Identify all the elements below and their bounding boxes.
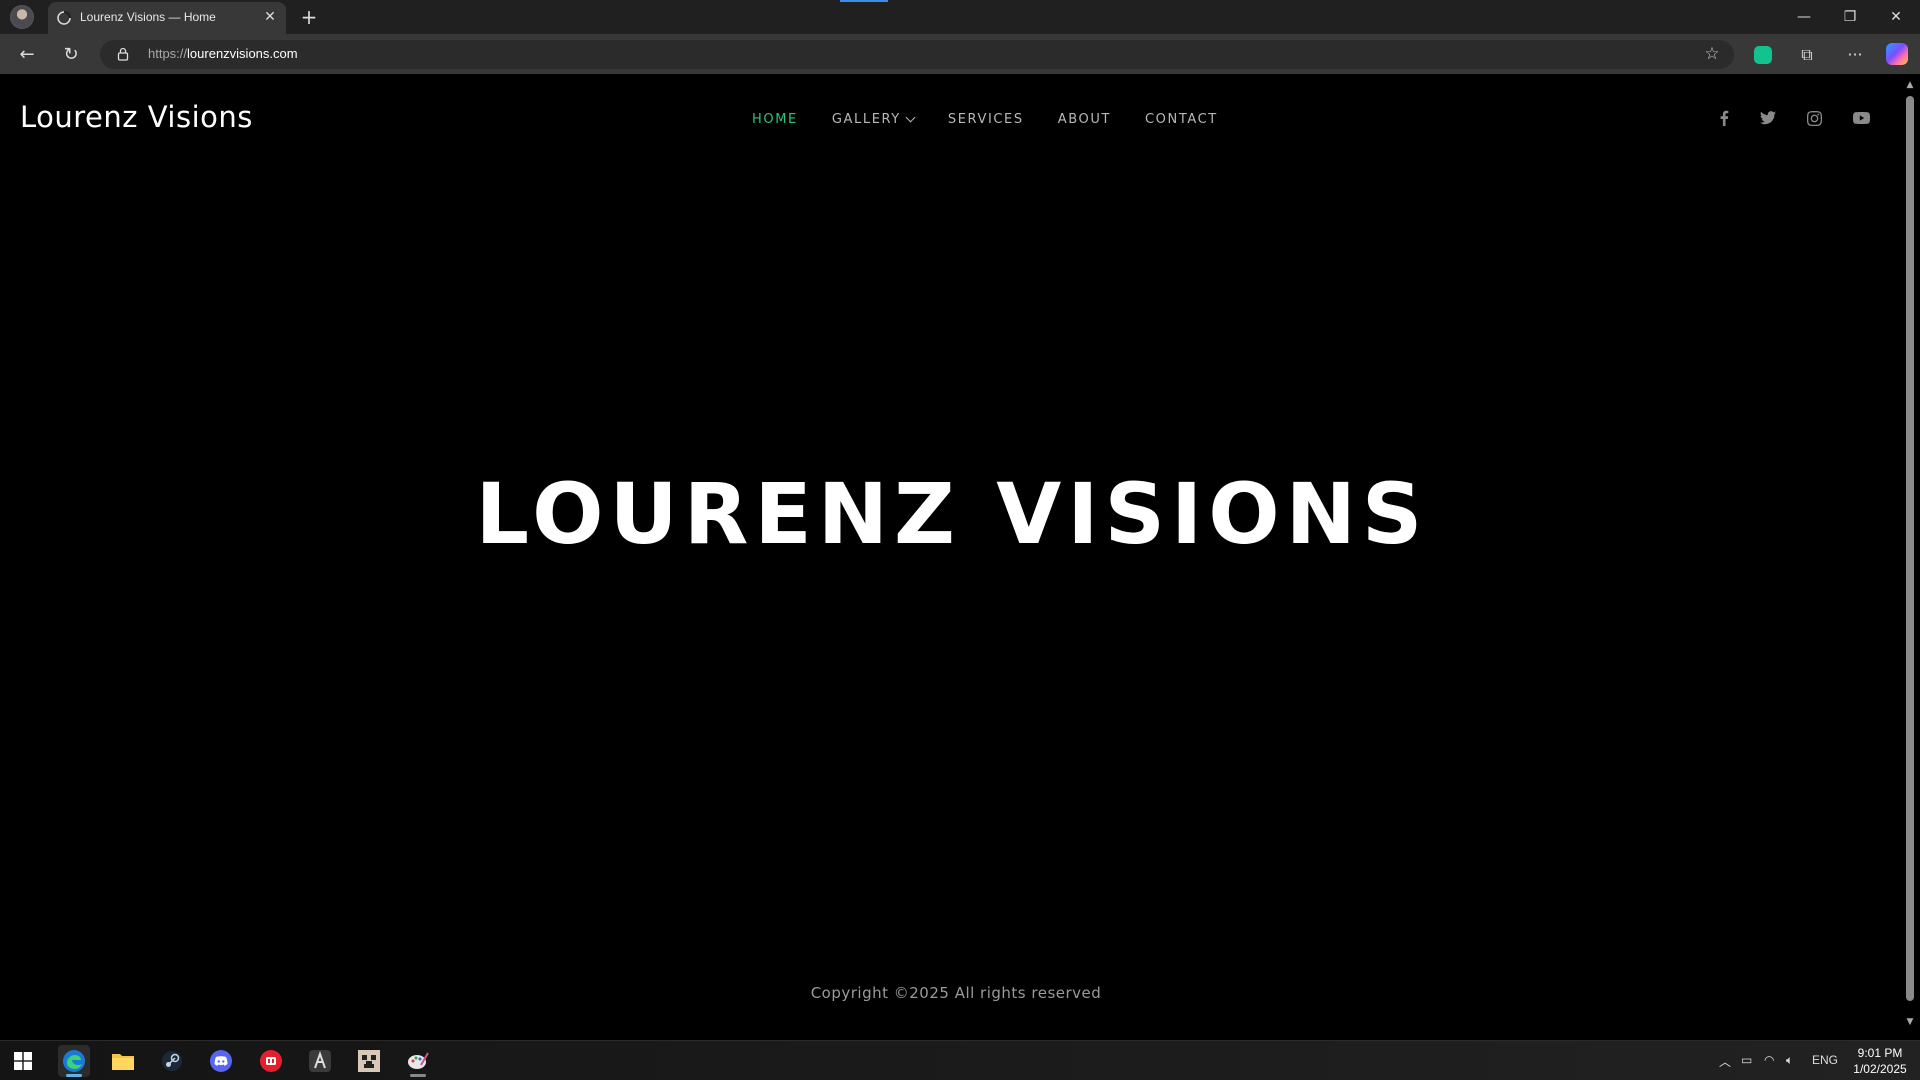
facebook-icon[interactable]	[1714, 108, 1734, 128]
tab-title: Lourenz Visions — Home	[80, 10, 216, 24]
minimize-icon[interactable]: —	[1793, 6, 1815, 28]
url-protocol: https://	[148, 46, 188, 61]
red-app-icon[interactable]	[255, 1045, 287, 1077]
url-host: lourenzvisions.com	[187, 46, 298, 61]
windows-start-icon[interactable]	[7, 1045, 39, 1077]
scroll-down-icon[interactable]: ▼	[1905, 1017, 1915, 1027]
extensions-puzzle-icon[interactable]: ⧉	[1795, 43, 1819, 67]
clock-date: 1/02/2025	[1853, 1062, 1907, 1076]
copyright-text: Copyright ©2025 All rights reserved	[810, 984, 1102, 1002]
url-text[interactable]: https://lourenzvisions.com	[148, 46, 298, 61]
new-tab-button[interactable]: +	[298, 6, 320, 28]
instagram-icon[interactable]	[1804, 108, 1824, 128]
profile-avatar[interactable]	[10, 5, 34, 29]
back-icon[interactable]: ←	[14, 42, 40, 68]
web-page: Lourenz Visions HOME GALLERY SERVICES AB…	[4, 74, 1900, 1035]
hero-title: LOURENZ VISIONS	[475, 465, 1429, 563]
loading-indicator	[840, 0, 888, 2]
browser-tab[interactable]: Lourenz Visions — Home ✕	[48, 2, 286, 34]
address-bar[interactable]: https://lourenzvisions.com ☆	[100, 40, 1734, 69]
nav-gallery[interactable]: GALLERY	[831, 112, 916, 127]
browser-toolbar: ← ↻ https://lourenzvisions.com ☆ ⧉ ···	[0, 34, 1920, 74]
battery-icon[interactable]: ▭	[1741, 1053, 1752, 1067]
extension-green-icon[interactable]	[1751, 43, 1775, 67]
file-explorer-icon[interactable]	[107, 1045, 139, 1077]
main-nav: HOME GALLERY SERVICES ABOUT CONTACT	[752, 112, 1252, 127]
browser-tabbar: Lourenz Visions — Home ✕ + — ❐ ✕	[0, 0, 1920, 34]
language-indicator[interactable]: ENG	[1812, 1053, 1838, 1067]
steam-icon[interactable]	[156, 1045, 188, 1077]
discord-icon[interactable]	[205, 1045, 237, 1077]
pixel-app-icon[interactable]	[353, 1045, 385, 1077]
nav-gallery-label: GALLERY	[831, 112, 901, 127]
active-app-indicator	[66, 1074, 82, 1077]
system-clock[interactable]: 9:01 PM 1/02/2025	[1840, 1045, 1920, 1077]
nav-home[interactable]: HOME	[752, 112, 798, 127]
a-app-icon[interactable]	[304, 1045, 336, 1077]
nav-services[interactable]: SERVICES	[948, 112, 1024, 127]
refresh-icon[interactable]: ↻	[58, 42, 84, 68]
windows-taskbar: ︿ ▭ ◠ 🔈︎ ENG 9:01 PM 1/02/2025	[0, 1040, 1920, 1080]
edge-icon[interactable]	[58, 1045, 90, 1077]
youtube-icon[interactable]	[1851, 108, 1871, 128]
copilot-icon[interactable]	[1886, 43, 1910, 67]
chevron-down-icon	[905, 112, 916, 122]
paint-app-icon[interactable]	[402, 1045, 434, 1077]
twitter-icon[interactable]	[1758, 108, 1778, 128]
lock-icon	[117, 47, 129, 61]
nav-about[interactable]: ABOUT	[1058, 112, 1111, 127]
scroll-up-icon[interactable]: ▲	[1905, 80, 1915, 90]
nav-contact[interactable]: CONTACT	[1145, 112, 1218, 127]
scroll-thumb[interactable]	[1906, 96, 1914, 1001]
page-scrollbar[interactable]: ▲ ▼	[1900, 74, 1920, 1035]
tray-overflow-icon[interactable]: ︿	[1719, 1053, 1731, 1070]
restore-icon[interactable]: ❐	[1839, 6, 1861, 28]
wifi-icon[interactable]: ◠	[1764, 1053, 1774, 1067]
volume-icon[interactable]: 🔈︎	[1786, 1053, 1793, 1068]
close-window-icon[interactable]: ✕	[1885, 6, 1907, 28]
site-logo[interactable]: Lourenz Visions	[20, 100, 253, 134]
more-menu-icon[interactable]: ···	[1843, 43, 1867, 67]
tab-close-icon[interactable]: ✕	[262, 9, 278, 25]
running-app-indicator	[410, 1074, 426, 1077]
clock-time: 9:01 PM	[1857, 1046, 1903, 1060]
site-favicon-icon	[57, 11, 71, 25]
favorite-star-icon[interactable]: ☆	[1702, 44, 1722, 64]
